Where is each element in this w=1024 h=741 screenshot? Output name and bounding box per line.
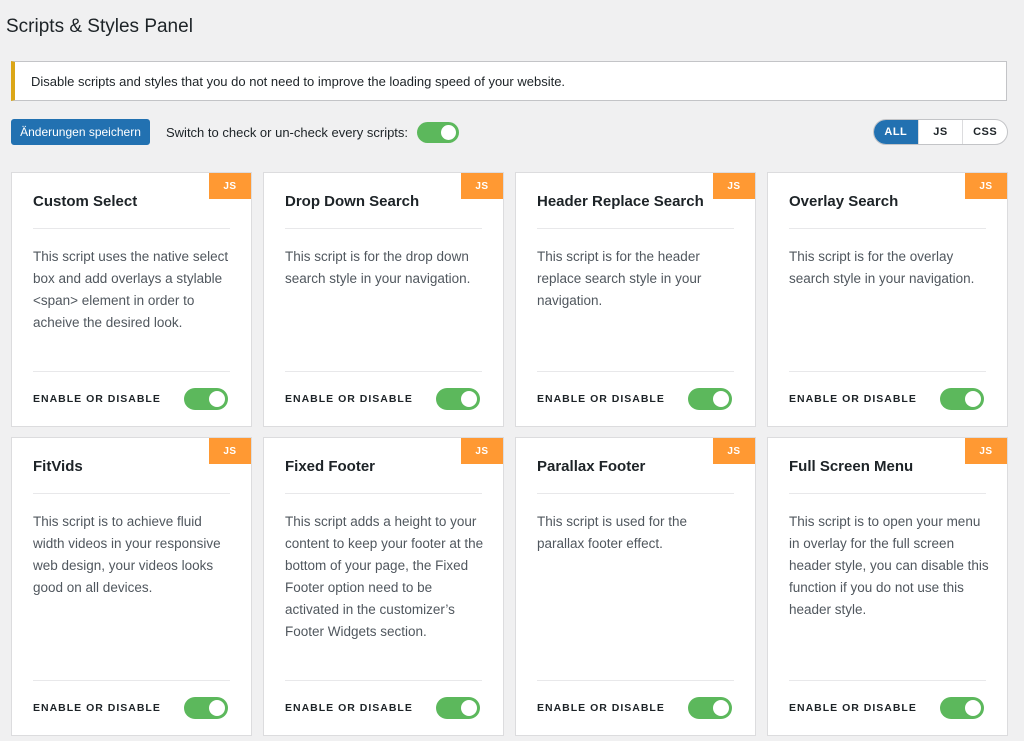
divider [285,493,482,494]
enable-toggle[interactable] [436,697,480,719]
filter-js-button[interactable]: JS [917,120,963,144]
filter-group: ALL JS CSS [873,119,1008,145]
info-notice: Disable scripts and styles that you do n… [11,61,1007,101]
enable-toggle[interactable] [688,388,732,410]
script-card-full-screen-menu: JS Full Screen Menu This script is to op… [767,437,1008,736]
card-title: Full Screen Menu [789,458,914,475]
enable-label: ENABLE OR DISABLE [33,393,161,405]
enable-toggle[interactable] [940,697,984,719]
card-title: Overlay Search [789,193,899,210]
type-badge: JS [209,173,251,199]
card-description: This script adds a height to your conten… [285,514,484,639]
card-description: This script is used for the parallax foo… [537,514,688,551]
enable-label: ENABLE OR DISABLE [33,702,161,714]
card-footer: ENABLE OR DISABLE [285,680,482,735]
type-badge: JS [965,173,1007,199]
card-footer: ENABLE OR DISABLE [33,371,230,426]
filter-all-button[interactable]: ALL [874,120,918,144]
card-title: Header Replace Search [537,193,704,210]
card-description: This script is for the header replace se… [537,249,702,308]
script-card-parallax-footer: JS Parallax Footer This script is used f… [515,437,756,736]
script-card-fitvids: JS FitVids This script is to achieve flu… [11,437,252,736]
type-badge: JS [461,438,503,464]
switch-all-label: Switch to check or un-check every script… [166,125,409,140]
enable-label: ENABLE OR DISABLE [537,702,665,714]
card-description: This script uses the native select box a… [33,249,229,330]
divider [33,493,230,494]
type-badge: JS [713,173,755,199]
card-description: This script is to achieve fluid width vi… [33,514,221,595]
enable-toggle[interactable] [184,388,228,410]
type-badge: JS [713,438,755,464]
divider [285,228,482,229]
page-title: Scripts & Styles Panel [6,16,193,37]
notice-text: Disable scripts and styles that you do n… [31,73,566,89]
card-description: This script is to open your menu in over… [789,514,989,617]
enable-toggle[interactable] [940,388,984,410]
enable-toggle[interactable] [184,697,228,719]
switch-all-toggle[interactable] [417,122,460,143]
card-title: Drop Down Search [285,193,420,210]
card-title: Custom Select [33,193,138,210]
card-title: Parallax Footer [537,458,646,475]
divider [789,228,986,229]
divider [33,228,230,229]
divider [537,228,734,229]
card-footer: ENABLE OR DISABLE [537,680,734,735]
type-badge: JS [461,173,503,199]
enable-label: ENABLE OR DISABLE [285,702,413,714]
save-changes-button[interactable]: Änderungen speichern [11,119,150,145]
divider [537,493,734,494]
enable-toggle[interactable] [688,697,732,719]
card-footer: ENABLE OR DISABLE [33,680,230,735]
script-card-custom-select: JS Custom Select This script uses the na… [11,172,252,427]
card-footer: ENABLE OR DISABLE [285,371,482,426]
type-badge: JS [209,438,251,464]
card-description: This script is for the drop down search … [285,249,471,286]
script-card-drop-down-search: JS Drop Down Search This script is for t… [263,172,504,427]
filter-css-button[interactable]: CSS [962,120,1007,144]
divider [789,493,986,494]
enable-toggle[interactable] [436,388,480,410]
card-title: FitVids [33,458,83,475]
card-title: Fixed Footer [285,458,376,475]
scripts-grid: JS Custom Select This script uses the na… [11,172,1008,736]
card-footer: ENABLE OR DISABLE [537,371,734,426]
script-card-overlay-search: JS Overlay Search This script is for the… [767,172,1008,427]
enable-label: ENABLE OR DISABLE [789,393,917,405]
enable-label: ENABLE OR DISABLE [537,393,665,405]
script-card-header-replace-search: JS Header Replace Search This script is … [515,172,756,427]
type-badge: JS [965,438,1007,464]
script-card-fixed-footer: JS Fixed Footer This script adds a heigh… [263,437,504,736]
card-footer: ENABLE OR DISABLE [789,371,986,426]
enable-label: ENABLE OR DISABLE [285,393,413,405]
card-footer: ENABLE OR DISABLE [789,680,986,735]
switch-all-control: Switch to check or un-check every script… [166,122,460,143]
enable-label: ENABLE OR DISABLE [789,702,917,714]
card-description: This script is for the overlay search st… [789,249,975,286]
